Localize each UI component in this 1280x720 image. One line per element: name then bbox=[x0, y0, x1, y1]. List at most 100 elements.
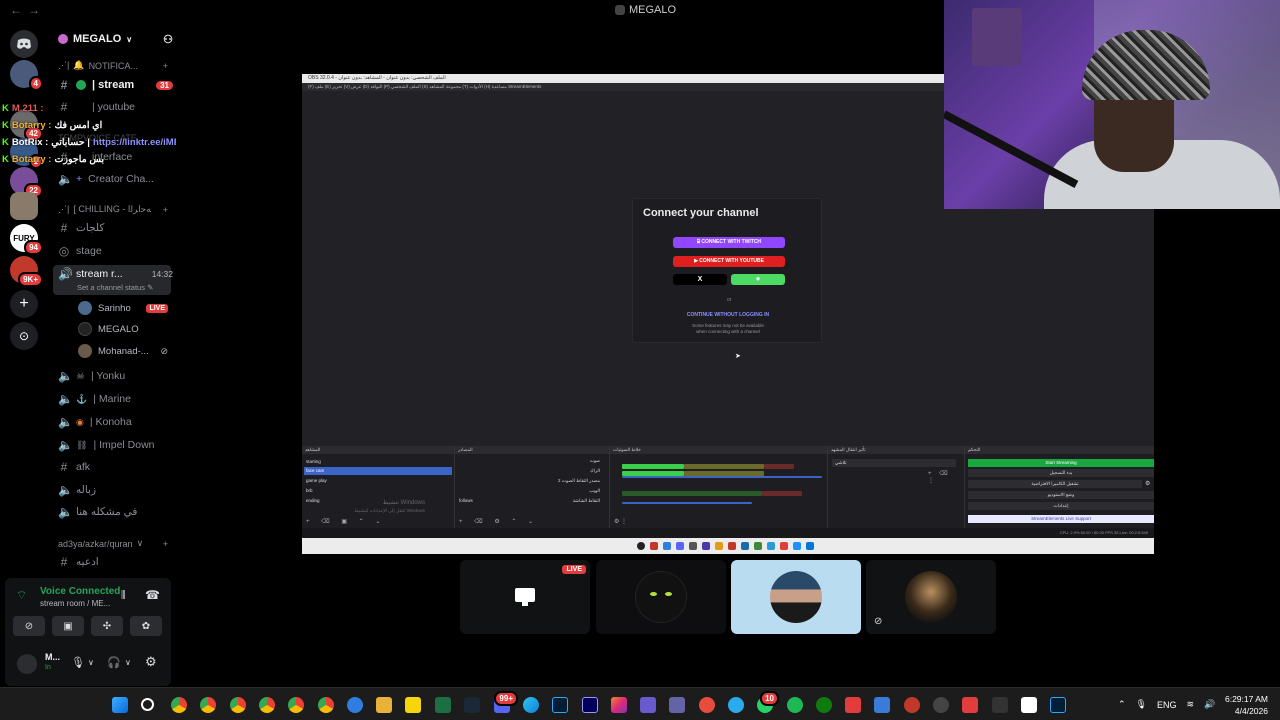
channel-adeia[interactable]: # ﺍﺩﻋﻴﻪ bbox=[58, 552, 173, 572]
screen-share-button[interactable]: ▣ bbox=[52, 616, 84, 636]
chevron-down-icon[interactable]: ∨ bbox=[125, 658, 131, 667]
voice-user-megalo[interactable]: MEGALO bbox=[78, 322, 168, 336]
nav-back-button[interactable]: ← bbox=[10, 3, 22, 17]
mixer-toolbar[interactable]: ⚙ ⋮ bbox=[614, 518, 627, 525]
xbox-icon[interactable] bbox=[816, 697, 832, 713]
scene-item[interactable]: brb bbox=[304, 487, 452, 495]
camera-toggle-button[interactable]: ⊘ bbox=[13, 616, 45, 636]
disconnect-icon[interactable]: ☎ bbox=[145, 588, 160, 602]
app-icon[interactable] bbox=[640, 697, 656, 713]
start-recording-button[interactable]: ﺑﺪﺀ ﺍﻟﺘﺴﺠﻴﻞ bbox=[968, 469, 1154, 477]
photoshop-icon[interactable] bbox=[1050, 697, 1066, 713]
server-icon-fury[interactable]: FURY 94 bbox=[10, 224, 43, 255]
soundboard-button[interactable]: ✿ bbox=[130, 616, 162, 636]
category-quran[interactable]: ad3ya/azkar/quran ∨ + bbox=[58, 538, 168, 549]
app-icon[interactable] bbox=[845, 697, 861, 713]
add-server-icon[interactable]: + bbox=[10, 290, 38, 318]
voice-user-mohanad[interactable]: Mohanad-... ⊘ bbox=[78, 344, 168, 358]
channel-creator[interactable]: 🔈 + Creator Cha... bbox=[58, 169, 173, 189]
microphone-icon[interactable]: 🎙 bbox=[71, 656, 85, 669]
add-channel-icon[interactable]: + bbox=[163, 61, 168, 71]
transition-select[interactable]: ﺗﻼﺷﻲ bbox=[832, 459, 956, 467]
source-item[interactable]: ﺍﻟﻮﻳﺐ bbox=[480, 487, 600, 495]
stream-room-row[interactable]: 🔊 stream r... 14:32 bbox=[58, 264, 173, 284]
connect-x-button[interactable]: X bbox=[673, 274, 727, 285]
whatsapp-icon[interactable]: 10 bbox=[757, 691, 779, 713]
gear-icon[interactable]: ⚙ bbox=[1145, 480, 1150, 487]
participant-tile-screen[interactable]: LIVE bbox=[460, 560, 590, 634]
chrome-icon[interactable] bbox=[259, 697, 275, 713]
participant-tile-speaking[interactable] bbox=[731, 560, 861, 634]
chevron-up-icon[interactable]: ⌃ bbox=[1118, 699, 1126, 710]
transition-toolbar[interactable]: + ⌫ ⋮ bbox=[928, 470, 964, 484]
server-header[interactable]: MEGALO ∨ ⚇ bbox=[58, 30, 173, 48]
studio-mode-button[interactable]: ﻭﺿﻊ ﺍﻻﺳﺘﻮﺩﻳﻮ bbox=[968, 491, 1154, 499]
noise-suppression-icon[interactable]: ⫼ bbox=[121, 590, 126, 601]
spotify-icon[interactable] bbox=[787, 697, 803, 713]
add-channel-icon[interactable]: + bbox=[163, 539, 168, 549]
volume-slider[interactable] bbox=[622, 476, 822, 478]
channel-impel[interactable]: 🔈 ⛓ | Impel Down bbox=[58, 435, 173, 455]
app-icon[interactable] bbox=[874, 697, 890, 713]
chrome-icon[interactable] bbox=[288, 697, 304, 713]
channel-zbala[interactable]: 🔈 ﺯﺑﺎﻟﻪ bbox=[58, 480, 173, 500]
scene-item[interactable]: game play bbox=[304, 477, 452, 485]
language-indicator[interactable]: ENG bbox=[1157, 700, 1177, 710]
se-support-button[interactable]: StreamElements Live Support bbox=[968, 515, 1154, 523]
server-folder-icon[interactable]: 9K+ bbox=[10, 256, 43, 287]
app-icon[interactable] bbox=[699, 697, 715, 713]
channel-mushkila[interactable]: 🔈 ﻓﻲ ﻣﺸﻜﻠﻪ ﻫﻨﺎ bbox=[58, 502, 173, 522]
voice-status-title[interactable]: Voice Connected bbox=[40, 586, 120, 597]
wifi-icon[interactable]: ≋ bbox=[1187, 699, 1195, 710]
virtual-camera-button[interactable]: ﺗﺸﻐﻴﻞ ﺍﻟﻜﺎﻣﻴﺮﺍ ﺍﻻﻓﺘﺮﺍﺿﻴﺔ bbox=[968, 480, 1142, 488]
server-icon-1[interactable]: 4 bbox=[10, 60, 43, 91]
chrome-icon[interactable] bbox=[200, 697, 216, 713]
premiere-icon[interactable] bbox=[582, 697, 598, 713]
teams-icon[interactable] bbox=[669, 697, 685, 713]
chrome-icon[interactable] bbox=[318, 697, 334, 713]
settings-button[interactable]: ﺇﻋﺪﺍﺩﺍﺕ bbox=[968, 502, 1154, 510]
headphones-icon[interactable]: 🎧 bbox=[107, 656, 121, 669]
chrome-icon[interactable] bbox=[230, 697, 246, 713]
volume-slider[interactable] bbox=[622, 502, 752, 504]
explore-icon[interactable]: ⊙ bbox=[10, 322, 38, 350]
channel-youtube[interactable]: # | youtube bbox=[58, 97, 173, 117]
chevron-down-icon[interactable]: ∨ bbox=[88, 658, 94, 667]
participant-tile-cat[interactable] bbox=[596, 560, 726, 634]
voice-user-sarinho[interactable]: Sarinho LIVE bbox=[78, 301, 168, 315]
steam-icon[interactable] bbox=[464, 697, 480, 713]
app-icon[interactable] bbox=[933, 697, 949, 713]
source-item[interactable]: ﺻﻮﺕ bbox=[480, 457, 600, 465]
instagram-icon[interactable] bbox=[611, 697, 627, 713]
chrome-icon[interactable] bbox=[171, 697, 187, 713]
connect-youtube-button[interactable]: ▶ CONNECT WITH YOUTUBE bbox=[673, 256, 785, 267]
start-streaming-button[interactable]: Start Streaming bbox=[968, 459, 1154, 467]
activities-button[interactable]: ✣ bbox=[91, 616, 123, 636]
nav-forward-button[interactable]: → bbox=[28, 3, 40, 17]
category-chilling[interactable]: ⋰| [ CHILLING - ﻪﺣﺍﺮﻟﺍ + bbox=[58, 204, 168, 215]
participant-tile-4[interactable]: ⊘ bbox=[866, 560, 996, 634]
source-item[interactable]: ﺍﻟﺘﻘﺎﻁ ﺍﻟﺸﺎﺷﺔ bbox=[480, 497, 600, 505]
discord-home-icon[interactable] bbox=[10, 30, 38, 58]
avatar[interactable] bbox=[17, 654, 37, 674]
connect-kick-button[interactable]: ◈ bbox=[731, 274, 785, 285]
volume-icon[interactable]: 🔊 bbox=[1204, 699, 1215, 710]
server-icon-5[interactable] bbox=[10, 192, 38, 220]
obs-icon[interactable] bbox=[904, 697, 920, 713]
continue-without-login-link[interactable]: CONTINUE WITHOUT LOGGING IN bbox=[633, 312, 823, 318]
voice-channel-label[interactable]: stream room / ME... bbox=[40, 599, 110, 608]
channel-kalajat[interactable]: # ﻛﻠﺠﺎﺕ bbox=[58, 218, 173, 238]
source-toolbar[interactable]: + ⌫ ⚙ ⌃ ⌄ bbox=[459, 518, 538, 525]
discord-icon[interactable]: 99+ bbox=[494, 691, 518, 713]
iptv-icon[interactable] bbox=[962, 697, 978, 713]
microphone-icon[interactable]: 🎙 bbox=[1136, 699, 1147, 710]
channel-konoha[interactable]: 🔈 ◉ | Konoha bbox=[58, 412, 173, 432]
search-icon[interactable] bbox=[141, 698, 154, 711]
source-item[interactable]: ﺍﻟﺮﺍﻙ bbox=[480, 467, 600, 475]
channel-status-hint[interactable]: Set a channel status ✎ bbox=[77, 283, 153, 292]
app-icon[interactable] bbox=[347, 697, 363, 713]
source-item[interactable]: ﻣﺼﺪﺭ ﺍﻟﺘﻘﺎﻁ ﺍﻟﺼﻮﺕ 2 bbox=[480, 477, 600, 485]
channel-marine[interactable]: 🔈 ⚓ | Marine bbox=[58, 389, 173, 409]
windows-start-icon[interactable] bbox=[112, 697, 128, 713]
photoshop-icon[interactable] bbox=[552, 697, 568, 713]
